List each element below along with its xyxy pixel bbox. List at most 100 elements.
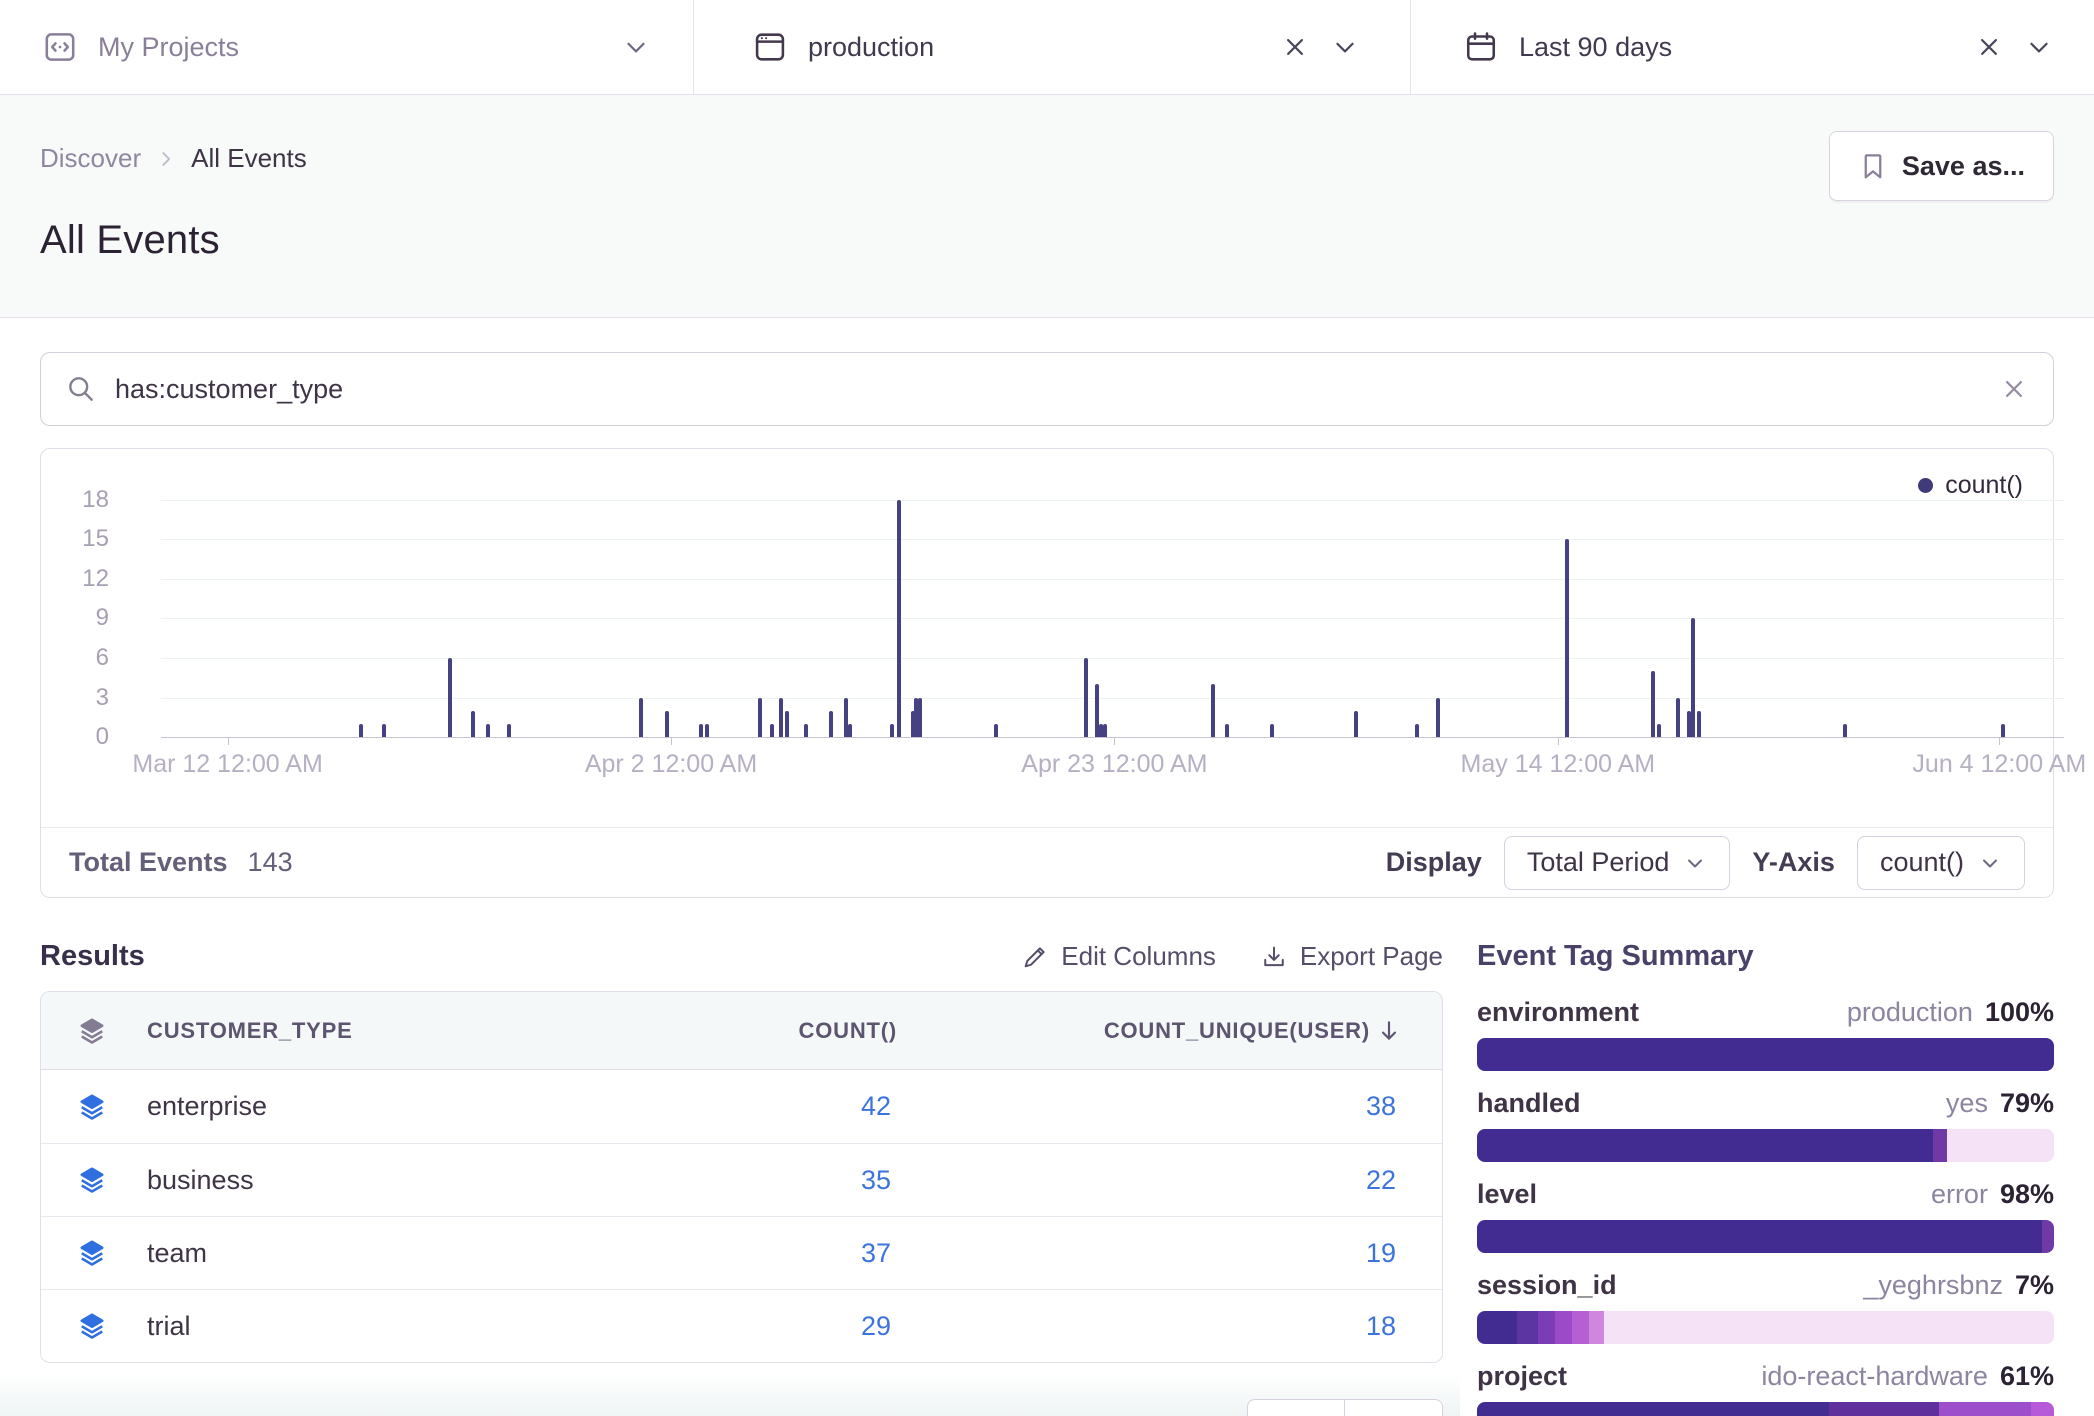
y-tick-label: 15 — [41, 525, 109, 553]
results-table-header: CUSTOMER_TYPE COUNT() COUNT_UNIQUE(USER) — [41, 992, 1442, 1070]
tag-bar-segment — [1939, 1402, 2031, 1416]
count-unique-cell-link[interactable]: 22 — [937, 1165, 1442, 1196]
clear-environment-icon[interactable] — [1280, 32, 1310, 62]
column-header-customer-type[interactable]: CUSTOMER_TYPE — [147, 1018, 353, 1044]
environment-selector[interactable]: production — [693, 0, 1411, 94]
results-table-body: enterprise4238business3522team3719trial2… — [41, 1070, 1442, 1362]
x-tick-mark — [1558, 738, 1559, 745]
x-tick-label: Apr 23 12:00 AM — [1021, 750, 1207, 779]
environment-selector-label: production — [808, 32, 934, 63]
clear-search-icon[interactable] — [1999, 374, 2029, 404]
total-events-value: 143 — [248, 847, 293, 878]
yaxis-dropdown-value: count() — [1880, 847, 1964, 878]
chart-bar — [770, 724, 774, 737]
events-chart-card: count() 0369121518 Mar 12 12:00 AMApr 2 … — [40, 448, 2054, 898]
chart-bar — [359, 724, 363, 737]
count-cell-link[interactable]: 37 — [617, 1238, 937, 1269]
edit-columns-button[interactable]: Edit Columns — [1021, 941, 1216, 972]
tag-name: environment — [1477, 997, 1639, 1028]
x-tick-mark — [228, 738, 229, 745]
tag-bar-segment — [1829, 1402, 1939, 1416]
x-tick-label: May 14 12:00 AM — [1461, 750, 1656, 779]
tag-top-percent: 98% — [2000, 1179, 2054, 1210]
chart-bar — [804, 724, 808, 737]
chart-bar — [2001, 724, 2005, 737]
chart-bar — [897, 500, 901, 737]
tag-entry-level: levelerror98% — [1477, 1179, 2054, 1253]
chart-bar — [890, 724, 894, 737]
tag-top-value: _yeghrsbnz — [1863, 1270, 2003, 1301]
tag-summary-title: Event Tag Summary — [1477, 940, 2054, 973]
customer-type-cell: trial — [147, 1311, 191, 1342]
breadcrumb-current: All Events — [191, 143, 307, 174]
display-dropdown[interactable]: Total Period — [1504, 836, 1731, 890]
tag-top-value: production — [1847, 997, 1973, 1028]
save-as-button[interactable]: Save as... — [1829, 131, 2054, 201]
clear-date-range-icon[interactable] — [1974, 32, 2004, 62]
tag-distribution-bar — [1477, 1311, 2054, 1344]
tag-distribution-bar — [1477, 1220, 2054, 1253]
count-cell-link[interactable]: 29 — [617, 1311, 937, 1342]
gridline-9 — [161, 618, 2064, 619]
tag-bar-segment — [1947, 1129, 2054, 1162]
chevron-down-icon — [1330, 32, 1360, 62]
breadcrumb-discover-link[interactable]: Discover — [40, 143, 141, 174]
tag-top-percent: 100% — [1985, 997, 2054, 1028]
chart-bar — [448, 658, 452, 737]
table-row: business3522 — [41, 1143, 1442, 1216]
search-input[interactable] — [115, 374, 1981, 405]
table-row: team3719 — [41, 1216, 1442, 1289]
tag-top-value: error — [1931, 1179, 1988, 1210]
project-selector[interactable]: My Projects — [0, 0, 693, 94]
count-unique-cell-link[interactable]: 19 — [937, 1238, 1442, 1269]
count-unique-cell-link[interactable]: 38 — [937, 1091, 1442, 1122]
chevron-down-icon — [1978, 851, 2002, 875]
chart-bar — [1843, 724, 1847, 737]
pagination — [40, 1399, 1443, 1416]
tag-entry-session_id: session_id_yeghrsbnz7% — [1477, 1270, 2054, 1344]
search-icon — [65, 373, 97, 405]
export-page-button[interactable]: Export Page — [1260, 941, 1443, 972]
count-cell-link[interactable]: 35 — [617, 1165, 937, 1196]
count-cell-link[interactable]: 42 — [617, 1091, 937, 1122]
tag-bar-segment — [1477, 1402, 1829, 1416]
chart-bar — [1436, 698, 1440, 738]
projects-icon — [42, 29, 78, 65]
display-dropdown-value: Total Period — [1527, 847, 1670, 878]
tag-bar-segment — [1933, 1129, 1947, 1162]
chart-bar — [639, 698, 643, 738]
chart-x-axis: Mar 12 12:00 AMApr 2 12:00 AMApr 23 12:0… — [161, 750, 2064, 784]
tag-bar-segment — [1477, 1038, 2054, 1071]
chart-bar — [1270, 724, 1274, 737]
gridline-12 — [161, 579, 2064, 580]
chart-bar — [1651, 671, 1655, 737]
column-header-count-unique[interactable]: COUNT_UNIQUE(USER) — [937, 1018, 1442, 1044]
tag-top-percent: 61% — [2000, 1361, 2054, 1392]
calendar-icon — [1463, 29, 1499, 65]
column-header-count[interactable]: COUNT() — [617, 1018, 937, 1044]
page-header: Discover All Events Save as... All Event… — [0, 95, 2094, 318]
count-unique-cell-link[interactable]: 18 — [937, 1311, 1442, 1342]
top-bar: My Projects production — [0, 0, 2094, 95]
pagination-previous-button[interactable] — [1247, 1399, 1345, 1416]
yaxis-dropdown[interactable]: count() — [1857, 836, 2025, 890]
tag-bar-segment — [2042, 1220, 2054, 1253]
chart-bar — [382, 724, 386, 737]
stack-icon — [77, 1311, 107, 1341]
y-tick-label: 18 — [41, 486, 109, 514]
date-range-selector[interactable]: Last 90 days — [1411, 0, 2094, 94]
total-events-label: Total Events — [69, 847, 228, 878]
y-tick-label: 6 — [41, 644, 109, 672]
chart-bar — [1084, 658, 1088, 737]
tag-top-percent: 79% — [2000, 1088, 2054, 1119]
tag-entry-handled: handledyes79% — [1477, 1088, 2054, 1162]
chevron-down-icon — [2024, 32, 2054, 62]
pagination-next-button[interactable] — [1345, 1399, 1443, 1416]
x-tick-label: Jun 4 12:00 AM — [1912, 750, 2086, 779]
tag-bar-segment — [1538, 1311, 1555, 1344]
chart-bar — [1415, 724, 1419, 737]
tag-top-value: yes — [1946, 1088, 1988, 1119]
pencil-icon — [1021, 943, 1049, 971]
chart-bar — [699, 724, 703, 737]
chart-bar — [471, 711, 475, 737]
